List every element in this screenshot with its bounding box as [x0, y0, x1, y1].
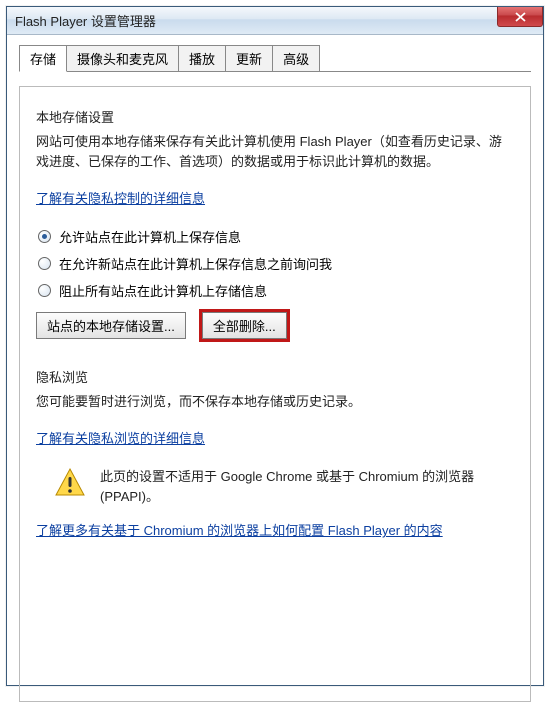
- delete-all-button[interactable]: 全部删除...: [202, 312, 287, 339]
- warning-row: 此页的设置不适用于 Google Chrome 或基于 Chromium 的浏览…: [54, 467, 514, 506]
- radio-allow[interactable]: 允许站点在此计算机上保存信息: [38, 227, 516, 246]
- radio-icon: [38, 284, 51, 297]
- radio-label: 阻止所有站点在此计算机上存储信息: [59, 281, 267, 300]
- radio-block[interactable]: 阻止所有站点在此计算机上存储信息: [38, 281, 516, 300]
- tab-playback[interactable]: 播放: [178, 45, 226, 71]
- site-storage-settings-button[interactable]: 站点的本地存储设置...: [36, 312, 186, 339]
- tab-storage[interactable]: 存储: [19, 45, 67, 72]
- button-row: 站点的本地存储设置... 全部删除...: [36, 312, 514, 339]
- storage-description: 网站可使用本地存储来保存有关此计算机使用 Flash Player（如查看历史记…: [36, 132, 514, 172]
- radio-label: 在允许新站点在此计算机上保存信息之前询问我: [59, 254, 332, 273]
- tab-updates[interactable]: 更新: [225, 45, 273, 71]
- storage-heading: 本地存储设置: [36, 107, 516, 126]
- tab-label: 存储: [30, 52, 56, 67]
- content-area: 存储 摄像头和麦克风 播放 更新 高级 本地存储设置 网站可使用本地存储来保存有…: [7, 35, 543, 714]
- warning-icon: [54, 467, 86, 497]
- titlebar: Flash Player 设置管理器: [7, 7, 543, 35]
- storage-radio-group: 允许站点在此计算机上保存信息 在允许新站点在此计算机上保存信息之前询问我 阻止所…: [38, 227, 516, 300]
- privacy-learn-more-link[interactable]: 了解有关隐私控制的详细信息: [36, 188, 205, 207]
- private-heading: 隐私浏览: [36, 367, 516, 386]
- warning-text: 此页的设置不适用于 Google Chrome 或基于 Chromium 的浏览…: [100, 467, 514, 506]
- tab-label: 摄像头和麦克风: [77, 52, 168, 67]
- window-title: Flash Player 设置管理器: [15, 11, 156, 30]
- storage-panel: 本地存储设置 网站可使用本地存储来保存有关此计算机使用 Flash Player…: [19, 86, 531, 702]
- tab-advanced[interactable]: 高级: [272, 45, 320, 71]
- tab-label: 高级: [283, 52, 309, 67]
- private-learn-more-link[interactable]: 了解有关隐私浏览的详细信息: [36, 428, 205, 447]
- close-button[interactable]: [497, 7, 543, 27]
- tab-label: 更新: [236, 52, 262, 67]
- chromium-learn-more-link[interactable]: 了解更多有关基于 Chromium 的浏览器上如何配置 Flash Player…: [36, 520, 443, 539]
- radio-ask[interactable]: 在允许新站点在此计算机上保存信息之前询问我: [38, 254, 516, 273]
- private-description: 您可能要暂时进行浏览，而不保存本地存储或历史记录。: [36, 392, 514, 412]
- radio-icon: [38, 230, 51, 243]
- settings-window: Flash Player 设置管理器 存储 摄像头和麦克风 播放 更新 高级 本…: [6, 6, 544, 686]
- radio-label: 允许站点在此计算机上保存信息: [59, 227, 241, 246]
- radio-icon: [38, 257, 51, 270]
- close-icon: [515, 12, 526, 22]
- tab-label: 播放: [189, 52, 215, 67]
- tab-bar: 存储 摄像头和麦克风 播放 更新 高级: [19, 45, 531, 72]
- tab-camera-mic[interactable]: 摄像头和麦克风: [66, 45, 179, 71]
